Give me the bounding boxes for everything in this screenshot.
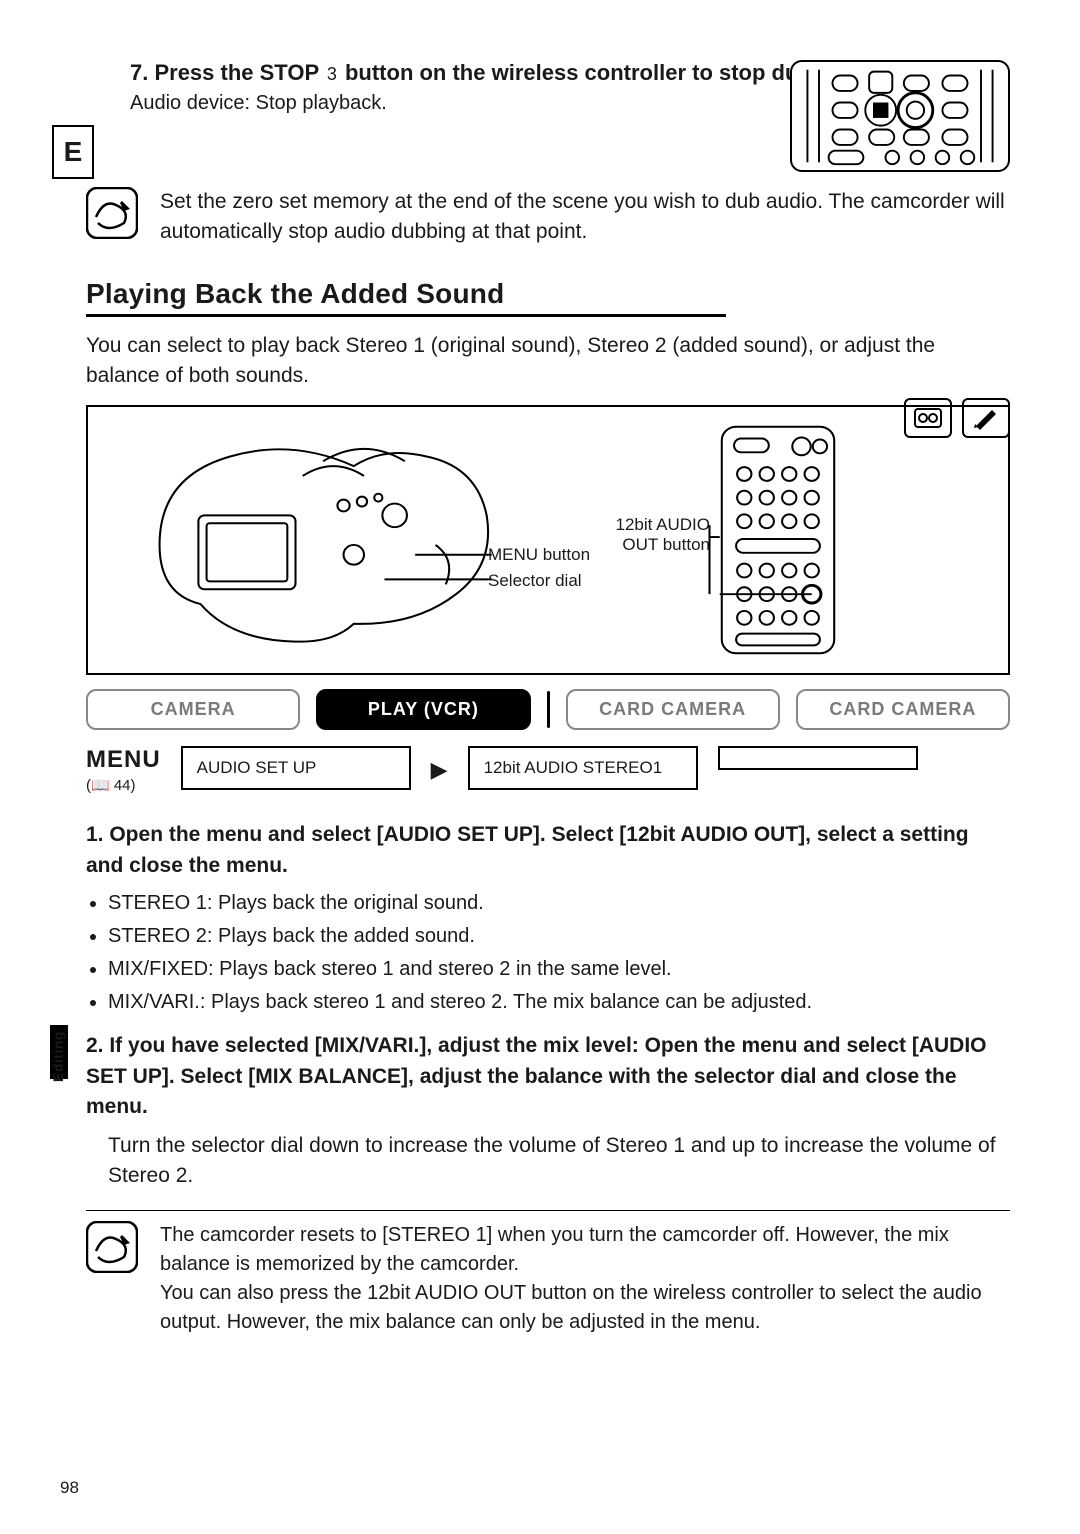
diagram-label-menu-button: MENU button xyxy=(488,545,590,565)
language-tab-label: E xyxy=(64,136,83,168)
mode-tab-card-camera-2: CARD CAMERA xyxy=(796,689,1010,730)
note-bottom: The camcorder resets to [STEREO 1] when … xyxy=(86,1221,1010,1337)
instructions: 1. Open the menu and select [AUDIO SET U… xyxy=(86,820,1010,1191)
mode-tab-card-camera-1: CARD CAMERA xyxy=(566,689,780,730)
step-7-title-pre: 7. Press the STOP xyxy=(130,60,325,85)
language-tab: E xyxy=(52,125,94,179)
bullet-mixfixed: MIX/FIXED: Plays back stereo 1 and stere… xyxy=(108,955,1010,984)
note-icon xyxy=(86,187,138,239)
note-icon xyxy=(86,1221,138,1273)
intro-paragraph: You can select to play back Stereo 1 (or… xyxy=(86,331,1010,392)
gutter-section-label: Editing xyxy=(50,1031,66,1082)
mode-tab-camera: CAMERA xyxy=(86,689,300,730)
page-number: 98 xyxy=(60,1478,79,1498)
menu-label-block: MENU (📖 44) xyxy=(86,746,161,794)
diagram-label-selector-dial: Selector dial xyxy=(488,571,582,591)
step-1-heading: 1. Open the menu and select [AUDIO SET U… xyxy=(86,820,1010,881)
bullet-mixvari: MIX/VARI.: Plays back stereo 1 and stere… xyxy=(108,988,1010,1017)
manual-page: E 7. Press the STOP 3 button on the wire… xyxy=(0,0,1080,1534)
diagram-label-audio-out: 12bit AUDIO OUT button xyxy=(600,515,710,555)
menu-box-empty xyxy=(718,746,918,770)
menu-page-ref: (📖 44) xyxy=(86,776,161,794)
menu-label: MENU xyxy=(86,746,161,774)
step-2-body: Turn the selector dial down to increase … xyxy=(108,1131,1010,1192)
bullet-stereo2: STEREO 2: Plays back the added sound. xyxy=(108,922,1010,951)
note-bottom-body: The camcorder resets to [STEREO 1] when … xyxy=(160,1221,1010,1337)
stop-glyph: 3 xyxy=(325,64,339,84)
note-bottom-p1: The camcorder resets to [STEREO 1] when … xyxy=(160,1221,1010,1279)
mode-tabs: CAMERA PLAY (VCR) CARD CAMERA CARD CAMER… xyxy=(86,689,1010,730)
mode-tab-play-vcr: PLAY (VCR) xyxy=(316,689,530,730)
section-heading: Playing Back the Added Sound xyxy=(86,278,726,317)
menu-row: MENU (📖 44) AUDIO SET UP ▶ 12bit AUDIO S… xyxy=(86,746,1010,794)
step-7-title-post: button on the wireless controller to sto… xyxy=(339,60,865,85)
menu-box-12bit: 12bit AUDIO STEREO1 xyxy=(468,746,698,790)
step-2-heading: 2. If you have selected [MIX/VARI.], adj… xyxy=(86,1031,1010,1122)
note-top-text: Set the zero set memory at the end of th… xyxy=(160,187,1010,248)
step-1-bullets: STEREO 1: Plays back the original sound.… xyxy=(108,889,1010,1017)
menu-box-audio-setup: AUDIO SET UP xyxy=(181,746,411,790)
bottom-divider xyxy=(86,1210,1010,1211)
menu-ref-page: 44 xyxy=(114,777,131,794)
note-top: Set the zero set memory at the end of th… xyxy=(86,187,1010,248)
bullet-stereo1: STEREO 1: Plays back the original sound. xyxy=(108,889,1010,918)
menu-arrow-icon: ▶ xyxy=(431,757,448,783)
remote-control-diagram-small xyxy=(790,60,1010,172)
camcorder-diagram: MENU button Selector dial 12bit AUDIO OU… xyxy=(86,405,1010,675)
mode-tab-separator xyxy=(547,691,550,728)
note-bottom-p2: You can also press the 12bit AUDIO OUT b… xyxy=(160,1279,1010,1337)
